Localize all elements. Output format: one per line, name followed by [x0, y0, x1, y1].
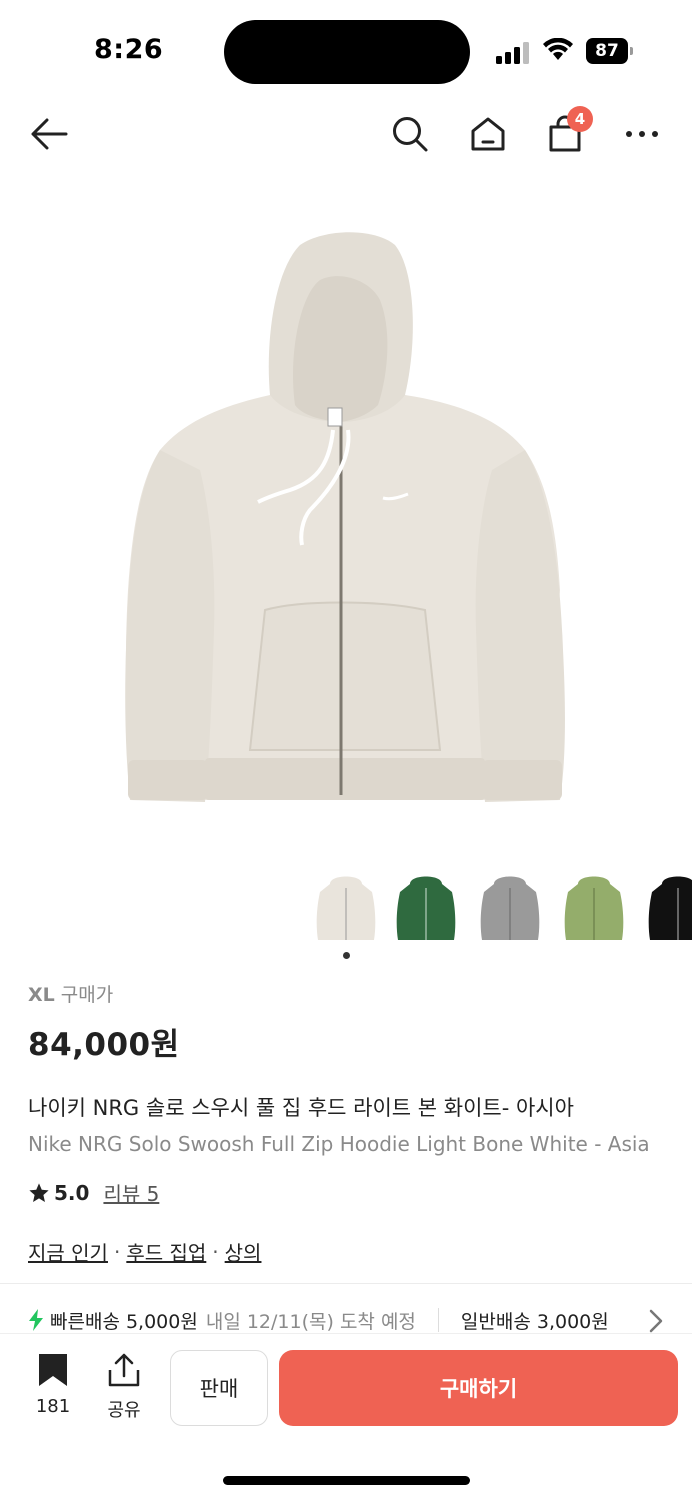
arrow-left-icon [31, 118, 68, 150]
price-type-label: 구매가 [60, 984, 114, 1006]
bottom-action-bar: 181 공유 판매 구매하기 [0, 1333, 692, 1500]
bookmark-count: 181 [35, 1396, 71, 1417]
shipping-divider [437, 1308, 439, 1332]
tag-link[interactable]: 지금 인기 [28, 1237, 108, 1266]
category-tags: 지금 인기 · 후드 집업 · 상의 [28, 1237, 692, 1266]
home-indicator [223, 1476, 470, 1485]
status-time: 8:26 [94, 34, 164, 65]
tag-separator: · [212, 1239, 219, 1264]
product-info: XL 구매가 84,000원 나이키 NRG 솔로 스우시 풀 집 후드 라이트 … [28, 980, 692, 1266]
thumbnail-olive[interactable] [558, 870, 630, 946]
status-bar: 8:26 87 [0, 0, 692, 100]
size-price-label: XL 구매가 [28, 980, 692, 1007]
shipping-options[interactable]: 빠른배송 5,000원 내일 12/11(목) 도착 예정 일반배송 3,000… [28, 1305, 692, 1335]
back-button[interactable] [27, 112, 71, 156]
bookmark-icon [39, 1354, 67, 1386]
star-icon [29, 1182, 49, 1202]
tag-link[interactable]: 후드 집업 [126, 1237, 206, 1266]
lightning-icon [29, 1309, 43, 1331]
cart-badge: 4 [567, 106, 593, 132]
battery-icon: 87 [586, 38, 634, 64]
dynamic-island [224, 20, 470, 84]
cart-button[interactable]: 4 [543, 106, 593, 156]
more-button[interactable] [620, 112, 664, 156]
top-nav: 4 [0, 100, 692, 170]
chevron-right-icon[interactable] [648, 1309, 664, 1333]
review-link[interactable]: 리뷰 5 [103, 1178, 159, 1207]
thumbnail-black[interactable] [642, 870, 692, 946]
thumbnail-grey[interactable] [474, 870, 546, 946]
color-thumbnails [310, 870, 692, 950]
search-icon [393, 117, 428, 152]
home-icon [471, 117, 505, 151]
buy-button[interactable]: 구매하기 [279, 1350, 678, 1426]
bookmark-button[interactable]: 181 [28, 1352, 78, 1422]
share-icon [108, 1353, 140, 1387]
wifi-icon [543, 38, 573, 60]
sell-button[interactable]: 판매 [170, 1350, 268, 1426]
fast-shipping-eta: 내일 12/11(목) 도착 예정 [205, 1310, 416, 1333]
product-name-english: Nike NRG Solo Swoosh Full Zip Hoodie Lig… [28, 1132, 650, 1156]
rating-score: 5.0 [54, 1180, 90, 1205]
tag-link[interactable]: 상의 [225, 1237, 262, 1266]
more-icon [626, 131, 658, 137]
share-label: 공유 [107, 1400, 141, 1421]
size-label: XL [28, 984, 55, 1006]
home-button[interactable] [466, 112, 510, 156]
battery-level: 87 [586, 38, 628, 64]
rating-row: 5.0 리뷰 5 [28, 1178, 692, 1207]
section-divider [0, 1283, 692, 1284]
fast-shipping-label: 빠른배송 5,000원 [50, 1310, 198, 1333]
signal-icon [496, 42, 529, 64]
thumbnail-light-bone[interactable] [310, 870, 382, 946]
share-button[interactable]: 공유 [98, 1352, 150, 1422]
normal-shipping-label: 일반배송 3,000원 [460, 1310, 609, 1333]
page-indicator-dot [343, 952, 350, 959]
product-price: 84,000원 [28, 1027, 180, 1063]
tag-separator: · [113, 1239, 121, 1264]
thumbnail-green[interactable] [390, 870, 462, 946]
product-image[interactable] [0, 190, 692, 850]
search-button[interactable] [388, 112, 432, 156]
product-name-korean: 나이키 NRG 솔로 스우시 풀 집 후드 라이트 본 화이트- 아시아 [28, 1096, 574, 1120]
